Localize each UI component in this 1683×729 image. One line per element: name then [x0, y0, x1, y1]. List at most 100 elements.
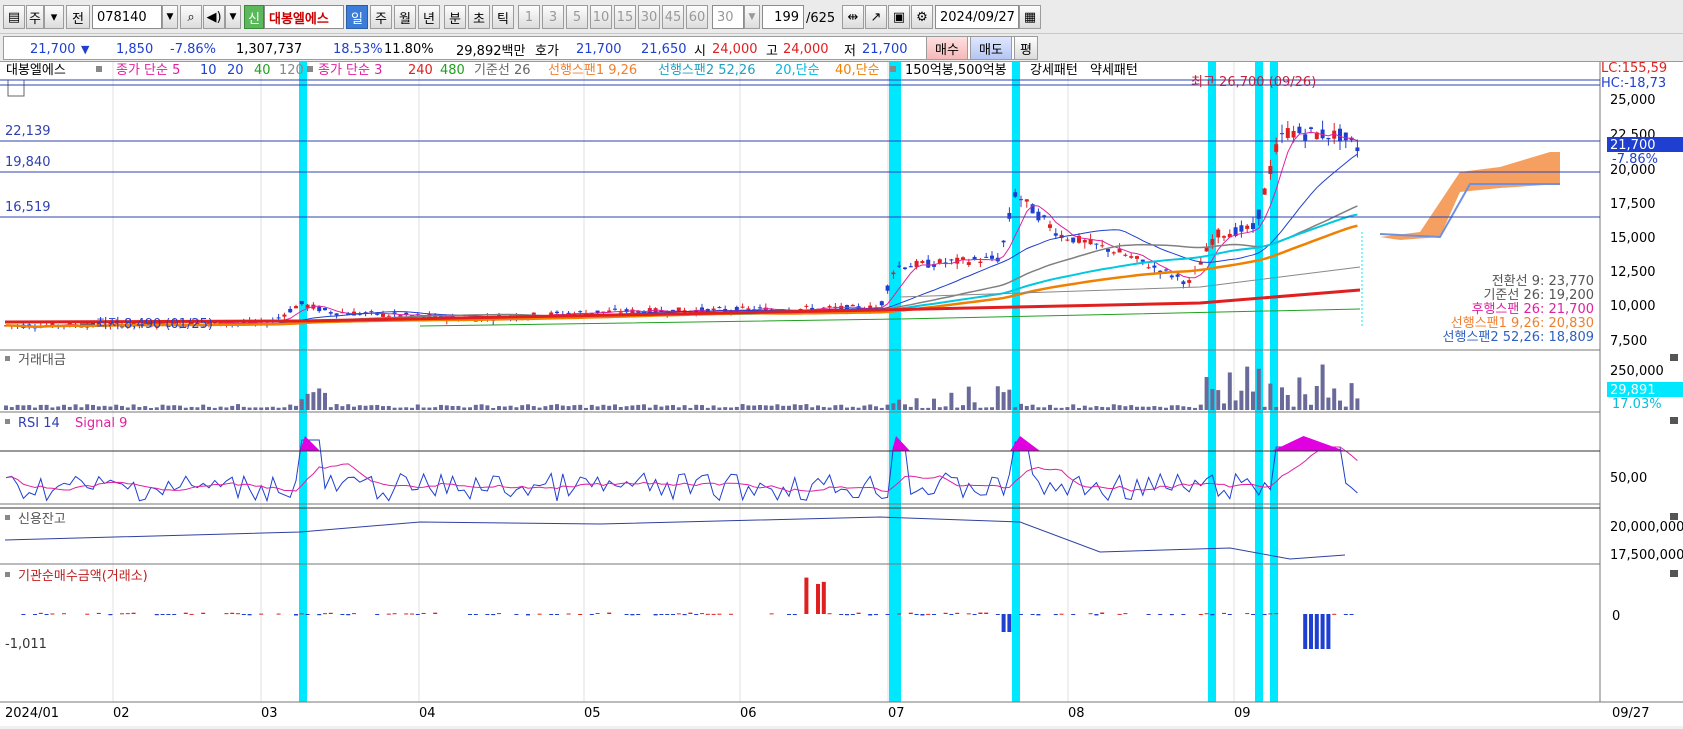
panel-collapse-icon[interactable]: [1670, 354, 1678, 361]
amount-bar: [15, 404, 20, 410]
low-label: 저: [844, 43, 856, 59]
x-axis-label: 05: [584, 706, 601, 721]
amount-bar: [752, 405, 757, 410]
chart-area[interactable]: 대봉엘에스 종가 단순 5 10 20 40 120 종가 단순 3 240 4…: [0, 61, 1683, 726]
panel-collapse-icon[interactable]: [1670, 570, 1678, 577]
amount-bar: [207, 406, 211, 410]
inst-bar: [630, 614, 635, 616]
inst-bar: [1007, 614, 1012, 632]
interval-15-label: 15: [616, 9, 634, 25]
amount-bar: [839, 404, 844, 410]
inst-bar: [804, 577, 809, 614]
amount-bar: [1355, 398, 1360, 410]
avg-button[interactable]: 평: [1014, 36, 1038, 60]
amount-bar: [624, 406, 629, 410]
quote-amount: 29,892백만: [456, 43, 526, 59]
sound-icon[interactable]: ◀): [203, 5, 225, 29]
interval-3-button[interactable]: 3: [542, 5, 564, 29]
amount-bar: [299, 399, 304, 410]
interval-45-button[interactable]: 45: [662, 5, 684, 29]
panel-collapse-icon[interactable]: [1670, 417, 1678, 424]
amount-bar: [1349, 383, 1354, 410]
inst-bar: [932, 614, 936, 615]
stock-chart[interactable]: 대봉엘에스 종가 단순 5 10 20 40 120 종가 단순 3 240 4…: [0, 61, 1683, 726]
amount-bar: [607, 405, 612, 410]
compare-button[interactable]: 전: [66, 5, 90, 29]
candle-body: [1326, 137, 1331, 140]
amount-bar: [821, 406, 826, 410]
amount-bar: [729, 407, 733, 410]
interval-60-button[interactable]: 60: [686, 5, 708, 29]
interval-15-button[interactable]: 15: [614, 5, 636, 29]
amount-bar: [775, 404, 780, 410]
candle-body: [1100, 245, 1105, 247]
panel-square-icon: [5, 515, 10, 520]
interval-input[interactable]: 30: [712, 5, 744, 29]
calendar-icon[interactable]: [7, 79, 25, 97]
amount-bar: [1007, 389, 1012, 410]
amount-bar: [868, 404, 873, 410]
stock-code-input[interactable]: 078140: [92, 5, 162, 29]
inst-bar: [1117, 613, 1122, 615]
amount-bar: [874, 406, 878, 410]
legend-ma40: 40: [254, 63, 271, 78]
amount-bar: [949, 392, 954, 410]
period-minute-button[interactable]: 분: [444, 5, 466, 29]
date-input[interactable]: 2024/09/27: [935, 5, 1019, 29]
amount-bar: [230, 405, 235, 410]
layout-icon[interactable]: ▤: [3, 5, 25, 29]
toolbar-main: ▤ 주 ▾ 전 078140 ▼ ⌕ ◀) ▼ 신 대봉엘에스 일 주 월 년 …: [0, 0, 1683, 34]
amount-bar: [1204, 377, 1209, 410]
period-month-button[interactable]: 월: [394, 5, 416, 29]
sound-dropdown-icon[interactable]: ▼: [225, 5, 241, 29]
chart-tool-icon[interactable]: ⇹: [842, 5, 864, 29]
buy-button[interactable]: 매수: [926, 36, 968, 60]
save-icon[interactable]: ▣: [888, 5, 910, 29]
type-selector[interactable]: 주: [26, 5, 44, 29]
legend-ma10: 10: [200, 63, 217, 78]
inst-bar: [897, 613, 902, 615]
amount-bar: [79, 407, 84, 410]
amount-bar: [1094, 406, 1099, 410]
draw-tool-icon[interactable]: ↗: [865, 5, 887, 29]
inst-bar: [1251, 614, 1255, 615]
period-week-button[interactable]: 주: [370, 5, 392, 29]
candle-body: [1210, 239, 1215, 245]
candle-body: [1094, 243, 1099, 245]
panel-collapse-icon[interactable]: [1670, 513, 1678, 520]
candle-body: [804, 305, 809, 307]
type-dropdown-icon[interactable]: ▾: [44, 5, 64, 29]
interval-dropdown-icon[interactable]: ▼: [744, 5, 760, 29]
inst-bar: [166, 614, 171, 615]
code-dropdown-icon[interactable]: ▼: [162, 5, 178, 29]
settings-icon[interactable]: ⚙: [911, 5, 933, 29]
amount-bar: [1251, 391, 1255, 410]
interval-1-button[interactable]: 1: [518, 5, 540, 29]
period-year-button[interactable]: 년: [418, 5, 440, 29]
inst-bar: [1123, 613, 1128, 615]
interval-5-button[interactable]: 5: [566, 5, 588, 29]
period-tick-button[interactable]: 틱: [492, 5, 514, 29]
count-input[interactable]: 199: [762, 5, 804, 29]
search-icon[interactable]: ⌕: [180, 5, 202, 29]
amount-bar: [270, 406, 275, 410]
amount-bar: [439, 404, 443, 410]
amount-bar: [166, 405, 171, 410]
inst-bar: [787, 614, 791, 615]
amount-bar: [224, 407, 229, 410]
rsi-signal-line: [5, 446, 1358, 493]
sell-button[interactable]: 매도: [970, 36, 1012, 60]
high-note: 최고 26,700 (09/26): [1191, 75, 1316, 90]
candle-body: [1222, 236, 1226, 238]
x-axis-label: 09: [1234, 706, 1251, 721]
x-axis-label: 06: [740, 706, 757, 721]
inst-bar: [792, 614, 797, 616]
amount-bar: [984, 407, 989, 410]
period-day-button[interactable]: 일: [346, 5, 368, 29]
amount-bar: [137, 407, 142, 410]
period-second-button[interactable]: 초: [468, 5, 490, 29]
interval-10-button[interactable]: 10: [590, 5, 612, 29]
calendar-icon[interactable]: ▦: [1019, 5, 1041, 29]
amount-bar: [44, 404, 49, 410]
interval-30-button[interactable]: 30: [638, 5, 660, 29]
